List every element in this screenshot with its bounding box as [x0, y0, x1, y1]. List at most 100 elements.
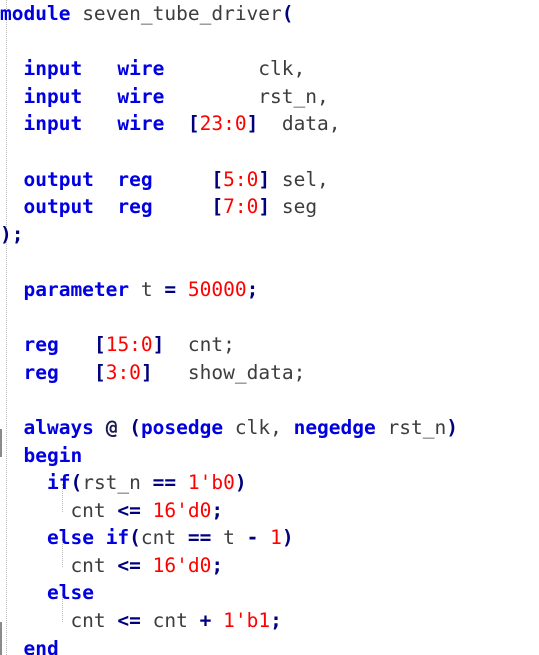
code-line[interactable]: else [0, 579, 539, 607]
code-token-at: @ [105, 415, 118, 439]
code-line[interactable]: if(rst_n == 1'b0) [0, 469, 539, 497]
code-token-op: ; [211, 498, 224, 522]
code-line[interactable] [0, 248, 539, 276]
code-line[interactable] [0, 138, 539, 166]
code-line[interactable]: ); [0, 221, 539, 249]
code-token-pl: cnt [140, 526, 188, 550]
code-token-op: [ [211, 195, 224, 219]
code-line[interactable]: input wire clk, [0, 55, 539, 83]
code-token-kw: output [23, 195, 94, 219]
code-token-kw: parameter [23, 277, 130, 301]
code-line[interactable]: cnt <= cnt + 1'b1; [0, 607, 539, 635]
code-token-op: - [246, 526, 259, 550]
code-token-op: ] [246, 112, 259, 136]
code-token-op: + [199, 609, 212, 633]
code-token-kw: wire [117, 84, 165, 108]
code-token-op: ( [129, 526, 141, 550]
code-token-op: == [187, 526, 212, 550]
code-token-num: 16'd0 [152, 498, 212, 522]
code-token-kw: end [23, 636, 59, 655]
code-token-op: ( [70, 471, 83, 495]
code-token-op: <= [117, 498, 141, 522]
code-line[interactable]: reg [15:0] cnt; [0, 331, 539, 359]
code-line[interactable]: always @ (posedge clk, negedge rst_n) [0, 414, 539, 442]
code-line[interactable]: else if(cnt == t - 1) [0, 524, 539, 552]
code-line[interactable]: parameter t = 50000; [0, 276, 539, 304]
code-line[interactable]: reg [3:0] show_data; [0, 359, 539, 387]
code-token-kw: wire [117, 57, 165, 81]
code-token-kw: wire [117, 112, 165, 136]
code-token-num: 3:0 [105, 360, 141, 384]
code-editor[interactable]: module seven_tube_driver( input wire clk… [0, 0, 539, 655]
code-token-op: <= [117, 609, 141, 633]
code-token-op: ; [270, 609, 282, 633]
code-token-kw: reg [23, 333, 59, 357]
code-token-pl: show_data; [152, 360, 306, 384]
code-token-op: ) [446, 415, 458, 439]
code-token-pl: seven_tube_driver [70, 2, 282, 25]
code-line[interactable] [0, 28, 539, 56]
code-line[interactable]: output reg [7:0] seg [0, 193, 539, 221]
code-token-pl: t [129, 277, 165, 301]
code-line[interactable] [0, 304, 539, 332]
code-token-kw: input [23, 57, 83, 81]
code-line[interactable]: begin [0, 442, 539, 470]
code-token-num: 5:0 [223, 167, 259, 191]
code-line[interactable]: end [0, 635, 539, 655]
code-token-num: 1'b0 [187, 471, 235, 495]
code-line[interactable] [0, 386, 539, 414]
code-token-op: ; [211, 553, 224, 577]
code-token-pl: cnt [0, 498, 118, 522]
code-token-pl: t [211, 526, 247, 550]
code-line[interactable]: input wire [23:0] data, [0, 110, 539, 138]
code-line[interactable]: cnt <= 16'd0; [0, 552, 539, 580]
code-token-num: 1 [270, 526, 282, 550]
code-token-op: ; [246, 277, 259, 301]
code-token-kw: input [23, 112, 83, 136]
code-token-pl: cnt [0, 609, 118, 633]
code-line[interactable]: input wire rst_n, [0, 83, 539, 111]
code-token-pl: cnt [0, 553, 118, 577]
code-line[interactable]: output reg [5:0] sel, [0, 166, 539, 194]
code-token-pl: rst_n, [164, 84, 329, 108]
code-token-pl: data, [258, 112, 341, 136]
code-token-kw: module [0, 2, 71, 25]
code-line[interactable]: cnt <= 16'd0; [0, 497, 539, 525]
code-token-op: [ [93, 333, 106, 357]
code-token-num: 50000 [187, 277, 247, 301]
code-token-kw: if [46, 471, 71, 495]
code-line[interactable]: module seven_tube_driver( [0, 0, 539, 28]
code-token-kw: else [46, 581, 94, 605]
code-token-op: [ [211, 167, 224, 191]
code-content[interactable]: module seven_tube_driver( input wire clk… [0, 0, 539, 655]
code-token-op: [ [187, 112, 200, 136]
code-token-op: ] [152, 333, 165, 357]
code-token-num: 1'b1 [223, 609, 271, 633]
code-token-pl: clk, [164, 57, 306, 81]
code-token-kw: posedge [140, 415, 224, 439]
code-token-num: 15:0 [105, 333, 153, 357]
code-token-kw: output [23, 167, 94, 191]
